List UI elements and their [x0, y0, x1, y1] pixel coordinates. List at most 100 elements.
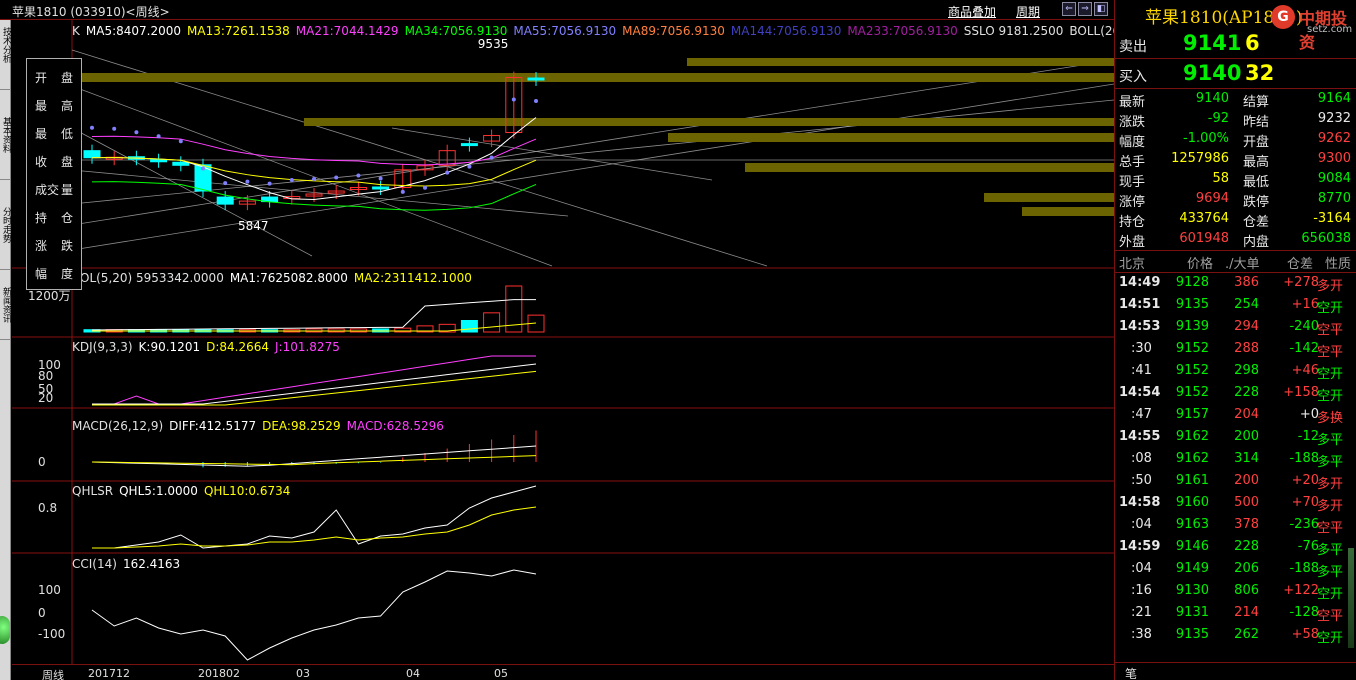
indicator-value: CCI(14) — [72, 557, 117, 571]
main-indicator-label: K — [72, 24, 80, 38]
candle-body — [150, 159, 168, 163]
sell-quote[interactable]: 卖出 9141 6 — [1119, 30, 1355, 58]
qhlsr-header: QHLSR QHL5:1.0000 QHL10:0.6734 — [72, 484, 296, 498]
tick-type: 多平 — [1317, 543, 1344, 558]
stat-label: 总手 — [1119, 155, 1146, 170]
tick-oi-change: +70 — [1291, 495, 1319, 510]
tick-price: 9157 — [1175, 407, 1209, 422]
tick-mode-tab[interactable]: 笔 — [1125, 665, 1137, 680]
tick-row[interactable]: 14:55 9162 200 -12 多平 — [1119, 427, 1355, 449]
tick-time: :04 — [1131, 517, 1152, 532]
indicator-value: VOL(5,20) 5953342.0000 — [72, 271, 224, 285]
tick-row[interactable]: 14:59 9146 228 -76 多平 — [1119, 537, 1355, 559]
tick-col-time: 北京 — [1119, 257, 1146, 272]
tick-row[interactable]: :04 9149 206 -188 多平 — [1119, 559, 1355, 581]
indicator-value: K:90.1201 — [138, 340, 201, 354]
candle-body — [216, 196, 234, 205]
tick-time: 14:49 — [1119, 275, 1161, 290]
info-box-label: 低 — [61, 127, 74, 141]
tick-row[interactable]: :38 9135 262 +58 空开 — [1119, 625, 1355, 647]
left-tab-fundamentals[interactable]: 基本资料 — [0, 90, 11, 180]
sar-dot — [489, 155, 494, 160]
buy-volume: 32 — [1245, 61, 1275, 85]
tick-price: 9163 — [1175, 517, 1209, 532]
sar-dot — [112, 126, 117, 131]
ma-value: MA144:7056.9130 — [730, 24, 842, 38]
tick-time: :50 — [1131, 473, 1152, 488]
x-tick-label: 201712 — [88, 667, 130, 680]
tick-volume: 200 — [1234, 473, 1259, 488]
next-arrow-icon[interactable]: ⇒ — [1078, 2, 1092, 16]
axis-tick-label: 20 — [38, 391, 54, 405]
sar-dot — [134, 130, 139, 135]
volume-bar — [372, 328, 390, 333]
overlay-link[interactable]: 商品叠加 — [948, 3, 996, 20]
tick-oi-change: +122 — [1283, 583, 1319, 598]
sar-dot — [356, 173, 361, 178]
tick-volume: 378 — [1234, 517, 1259, 532]
info-box-label: 成交 — [35, 183, 60, 197]
ma-header-list: MA5:8407.2000 MA13:7261.1538 MA21:7044.142… — [86, 24, 1206, 38]
tick-row[interactable]: 14:54 9152 228 +158 空开 — [1119, 383, 1355, 405]
tick-row[interactable]: :04 9163 378 -236 空平 — [1119, 515, 1355, 537]
sar-dot — [223, 181, 228, 186]
quote-stat-row: 现手 58 最低 9084 — [1119, 170, 1355, 190]
tick-row[interactable]: :16 9130 806 +122 空开 — [1119, 581, 1355, 603]
trend-line — [71, 99, 1114, 205]
tick-time: :30 — [1131, 341, 1152, 356]
tick-row[interactable]: :08 9162 314 -188 多平 — [1119, 449, 1355, 471]
tick-row[interactable]: 14:53 9139 294 -240 空平 — [1119, 317, 1355, 339]
info-box-label: 量 — [61, 183, 74, 197]
axis-tick-label: 0 — [38, 455, 46, 469]
logo-icon: G — [1271, 5, 1295, 29]
tick-price: 9135 — [1175, 627, 1209, 642]
tick-row[interactable]: 14:58 9160 500 +70 多开 — [1119, 493, 1355, 515]
tick-row[interactable]: :41 9152 298 +46 空开 — [1119, 361, 1355, 383]
tick-row[interactable]: 14:51 9135 254 +16 空开 — [1119, 295, 1355, 317]
indicator-value: MA1:7625082.8000 — [229, 271, 348, 285]
x-axis: 周线 201712 201802 03 04 05 — [12, 664, 1114, 680]
tick-price: 9162 — [1175, 429, 1209, 444]
status-ball-icon[interactable] — [0, 616, 10, 644]
macd-header: MACD(26,12,9) DIFF:412.5177 DEA:98.2529 MAC… — [72, 419, 450, 433]
indicator-value: DEA:98.2529 — [262, 419, 341, 433]
tick-price: 9152 — [1175, 341, 1209, 356]
prev-arrow-icon[interactable]: ⇐ — [1062, 2, 1076, 16]
tick-row[interactable]: :50 9161 200 +20 多开 — [1119, 471, 1355, 493]
sar-dot — [423, 185, 427, 190]
left-tab-strip: 技术分析 基本资料 分时走势 新闻资讯 — [0, 0, 11, 680]
stat-value: 433764 — [1179, 211, 1229, 226]
period-link[interactable]: 周期 — [1016, 3, 1040, 20]
stat-value: 9300 — [1317, 151, 1351, 166]
tick-row[interactable]: 14:49 9128 386 +278 多开 — [1119, 273, 1355, 295]
support-band — [668, 133, 1114, 142]
tick-row[interactable]: :30 9152 288 -142 空平 — [1119, 339, 1355, 361]
tick-scrollbar[interactable] — [1348, 548, 1354, 648]
indicator-value: J:101.8275 — [275, 340, 340, 354]
tick-price: 9149 — [1175, 561, 1209, 576]
info-box-label: 高 — [61, 99, 74, 113]
buy-quote[interactable]: 买入 9140 32 — [1119, 60, 1355, 88]
period-label: 周线 — [42, 669, 64, 680]
sar-dot — [90, 125, 94, 130]
stat-value: 9694 — [1195, 191, 1229, 206]
tick-header: 北京 价格 ./大单 仓差 性质 — [1119, 252, 1355, 272]
tick-type: 空开 — [1317, 389, 1344, 404]
x-tick-label: 201802 — [198, 667, 240, 680]
tick-row[interactable]: :21 9131 214 -128 空平 — [1119, 603, 1355, 625]
left-tab-news[interactable]: 新闻资讯 — [0, 270, 11, 340]
info-box-label: 度 — [61, 267, 74, 281]
tick-time: :47 — [1131, 407, 1152, 422]
chart-area[interactable]: 9535 5847 K MA5:8407.2000 MA13:7261.1538 MA2… — [12, 20, 1200, 664]
sar-dot — [245, 179, 250, 184]
tick-price: 9139 — [1175, 319, 1209, 334]
tick-time: :16 — [1131, 583, 1152, 598]
tick-row[interactable]: :47 9157 204 +0 多换 — [1119, 405, 1355, 427]
tick-volume: 500 — [1234, 495, 1259, 510]
support-band — [72, 73, 1114, 82]
vol-header: VOL(5,20) 5953342.0000 MA1:7625082.8000 MA… — [72, 271, 478, 285]
candle-body — [172, 161, 190, 166]
layout-toggle-icon[interactable]: ◧ — [1094, 2, 1108, 16]
stat-value: 9164 — [1317, 91, 1351, 106]
left-tab-intraday[interactable]: 分时走势 — [0, 180, 11, 270]
